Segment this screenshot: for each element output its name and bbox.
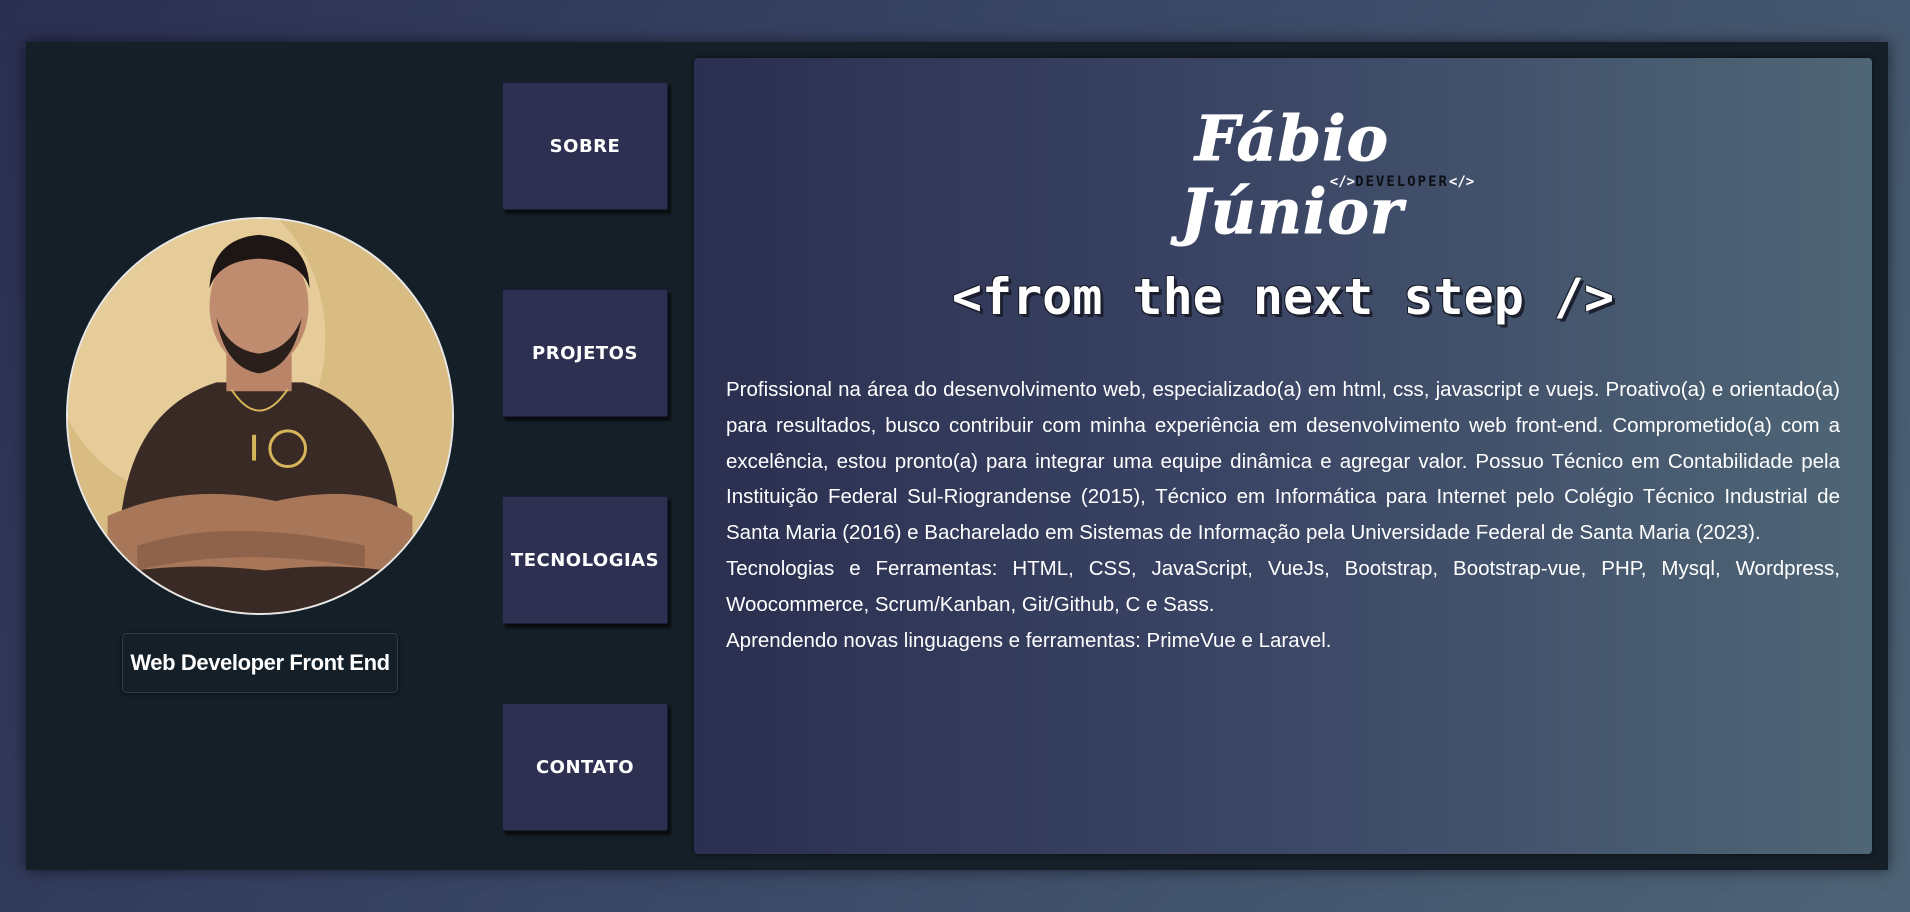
nav-button-tecnologias[interactable]: TECNOLOGIAS [502, 496, 668, 624]
logo-tag-close: </> [1448, 174, 1475, 190]
logo-subtitle: </>DEVELOPER</> [1312, 174, 1492, 190]
bio-paragraph: Profissional na área do desenvolvimento … [726, 378, 1840, 545]
site-logo: Fábio Júnior </>DEVELOPER</> [1082, 102, 1502, 249]
nav-button-contato[interactable]: CONTATO [502, 703, 668, 831]
nav-button-projetos[interactable]: PROJETOS [502, 289, 668, 417]
bio-text: Profissional na área do desenvolvimento … [726, 372, 1840, 658]
logo-tag-open: </> [1329, 174, 1356, 190]
portfolio-frame: Web Developer Front End SOBRE PROJETOS T… [26, 42, 1888, 870]
logo-subtitle-text: DEVELOPER [1355, 174, 1449, 190]
bio-learning: Aprendendo novas linguagens e ferramenta… [726, 628, 1332, 652]
profile-photo [66, 217, 454, 615]
role-badge: Web Developer Front End [122, 633, 398, 693]
about-panel: Fábio Júnior </>DEVELOPER</> <from the n… [694, 58, 1872, 854]
nav-button-sobre[interactable]: SOBRE [502, 82, 668, 210]
tagline: <from the next step /> [951, 268, 1615, 326]
bio-technologies: Tecnologias e Ferramentas: HTML, CSS, Ja… [726, 556, 1840, 616]
